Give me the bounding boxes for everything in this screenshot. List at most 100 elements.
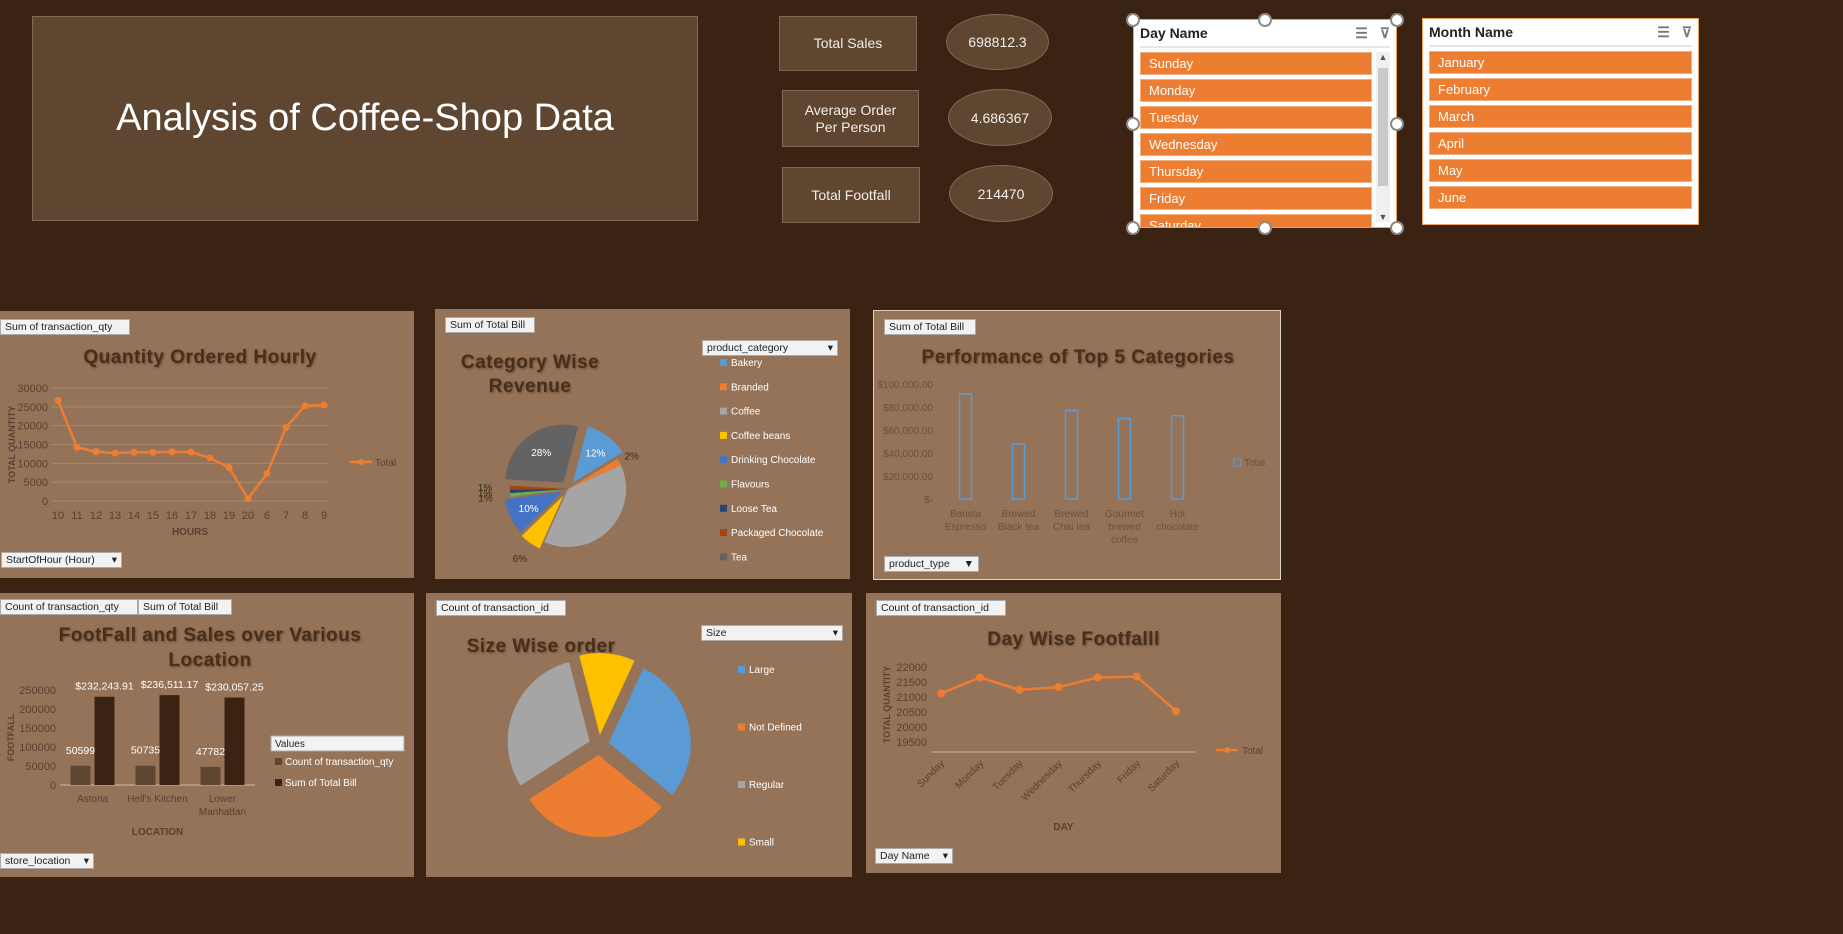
day-item-saturday[interactable]: Saturday — [1140, 214, 1372, 227]
resize-handle[interactable] — [1390, 221, 1404, 235]
bar — [958, 393, 973, 500]
x-axis-title: LOCATION — [132, 827, 183, 838]
bar — [1117, 417, 1132, 500]
legend-label: Total — [375, 458, 396, 469]
chart-plot: Large Not Defined Regular Small — [507, 653, 802, 849]
x-tick-label: 13 — [109, 510, 121, 522]
x-tick-label: Astoria — [77, 794, 109, 805]
legend-marker — [358, 459, 364, 465]
legend-swatch — [720, 553, 727, 561]
kpi-total-footfall-label: Total Footfall — [782, 167, 920, 223]
category-revenue-chart[interactable]: Sum of Total Bill Category Wise Revenue … — [435, 309, 850, 579]
day-item-wednesday[interactable]: Wednesday — [1140, 133, 1372, 156]
series-line — [940, 675, 1177, 713]
day-slicer-scrollbar[interactable]: ▲ ▼ — [1376, 52, 1390, 222]
clear-filter-icon[interactable]: ⊽ — [1682, 24, 1692, 41]
legend-label: Large — [749, 665, 775, 676]
data-point — [149, 448, 157, 456]
legend-label: Coffee — [731, 407, 761, 418]
dashboard-title: Analysis of Coffee-Shop Data — [32, 16, 698, 221]
day-item-sunday[interactable]: Sunday — [1140, 52, 1372, 75]
day-footfall-chart[interactable]: Count of transaction_id Day Wise Footfal… — [866, 593, 1281, 873]
filter-button[interactable]: store_location ▾ — [0, 853, 94, 869]
bar — [1170, 414, 1185, 500]
day-slicer-title: Day Name — [1140, 25, 1208, 41]
data-label: 10% — [519, 504, 539, 515]
filter-button-label: store_location — [5, 855, 71, 867]
data-label: 50735 — [131, 745, 160, 757]
day-item-thursday[interactable]: Thursday — [1140, 160, 1372, 183]
data-point — [1015, 685, 1024, 694]
legend-swatch — [738, 723, 745, 731]
footfall-location-chart[interactable]: Count of transaction_qty Sum of Total Bi… — [0, 593, 414, 877]
y-axis-title: TOTAL QUANTITY — [7, 406, 17, 484]
filter-button[interactable]: StartOfHour (Hour) ▾ — [1, 552, 122, 568]
pie-slice — [510, 485, 568, 490]
data-point — [206, 454, 214, 462]
x-axis-title: DAY — [1053, 822, 1074, 833]
legend-label: Branded — [731, 382, 769, 393]
resize-handle[interactable] — [1258, 221, 1272, 235]
resize-handle[interactable] — [1126, 13, 1140, 27]
month-item-march[interactable]: March — [1429, 105, 1692, 128]
data-point — [1132, 672, 1141, 681]
data-label: 12% — [585, 448, 605, 459]
legend-label: Drinking Chocolate — [731, 455, 816, 466]
y-tick-label: 0 — [50, 780, 56, 792]
legend-swatch — [720, 504, 727, 512]
day-item-friday[interactable]: Friday — [1140, 187, 1372, 210]
y-tick-label: $80,000.00 — [883, 403, 933, 414]
resize-handle[interactable] — [1126, 221, 1140, 235]
scroll-thumb[interactable] — [1378, 68, 1388, 186]
bar — [224, 697, 245, 785]
legend-swatch — [275, 758, 282, 765]
resize-handle[interactable] — [1258, 13, 1272, 27]
chart-plot: 250000 200000 150000 100000 50000 0 50599 $232,… — [6, 679, 405, 838]
multi-select-icon[interactable]: ☰ — [1657, 24, 1670, 41]
resize-handle[interactable] — [1126, 117, 1140, 131]
legend-swatch — [720, 431, 727, 439]
legend-label: Bakery — [731, 358, 762, 369]
chart-plot: 12% 2%6%10%1%1%1%28%BakeryBrandedCoffeeCo… — [478, 358, 824, 565]
month-item-february[interactable]: February — [1429, 78, 1692, 101]
x-tick-label: 10 — [52, 510, 64, 522]
y-tick-label: 21000 — [896, 692, 927, 704]
resize-handle[interactable] — [1390, 13, 1404, 27]
bar — [1064, 409, 1079, 500]
data-point — [1093, 673, 1102, 682]
quantity-hourly-chart[interactable]: Sum of transaction_qty Quantity Ordered … — [0, 311, 414, 578]
chart-plot: $100,000.00 $80,000.00 $60,000.00 $40,000.0… — [877, 380, 1265, 546]
y-tick-label: 20500 — [896, 707, 927, 719]
filter-button[interactable]: Day Name ▾ — [875, 848, 953, 864]
data-point — [937, 689, 945, 698]
scroll-down-icon[interactable]: ▼ — [1376, 212, 1390, 222]
legend-swatch — [720, 407, 727, 415]
data-label: $232,243.91 — [75, 681, 134, 693]
month-item-april[interactable]: April — [1429, 132, 1692, 155]
month-slicer-title: Month Name — [1429, 24, 1513, 40]
month-item-june[interactable]: June — [1429, 186, 1692, 209]
month-name-slicer[interactable]: Month Name ☰ ⊽ January February March Ap… — [1422, 18, 1699, 225]
top5-categories-chart[interactable]: Sum of Total Bill Performance of Top 5 C… — [873, 310, 1281, 580]
day-item-monday[interactable]: Monday — [1140, 79, 1372, 102]
size-wise-chart[interactable]: Count of transaction_id Size Wise order … — [426, 593, 852, 877]
x-tick-label: Hot — [1170, 509, 1186, 520]
multi-select-icon[interactable]: ☰ — [1355, 25, 1368, 42]
y-tick-label: 25000 — [17, 402, 48, 414]
x-tick-label: 14 — [128, 510, 140, 522]
month-item-may[interactable]: May — [1429, 159, 1692, 182]
resize-handle[interactable] — [1390, 117, 1404, 131]
data-label: 28% — [531, 448, 551, 459]
day-name-slicer[interactable]: Day Name ☰ ⊽ Sunday Monday Tuesday Wedne… — [1133, 19, 1397, 228]
legend-marker — [1224, 747, 1230, 753]
data-point — [244, 495, 252, 503]
filter-button[interactable]: product_type ▼ — [884, 556, 979, 572]
x-axis-title: HOURS — [172, 527, 208, 538]
day-item-tuesday[interactable]: Tuesday — [1140, 106, 1372, 129]
legend-swatch — [738, 666, 745, 673]
scroll-up-icon[interactable]: ▲ — [1376, 52, 1390, 62]
bar — [1011, 443, 1026, 500]
month-item-january[interactable]: January — [1429, 51, 1692, 74]
clear-filter-icon[interactable]: ⊽ — [1380, 25, 1390, 42]
legend-swatch — [720, 359, 727, 366]
